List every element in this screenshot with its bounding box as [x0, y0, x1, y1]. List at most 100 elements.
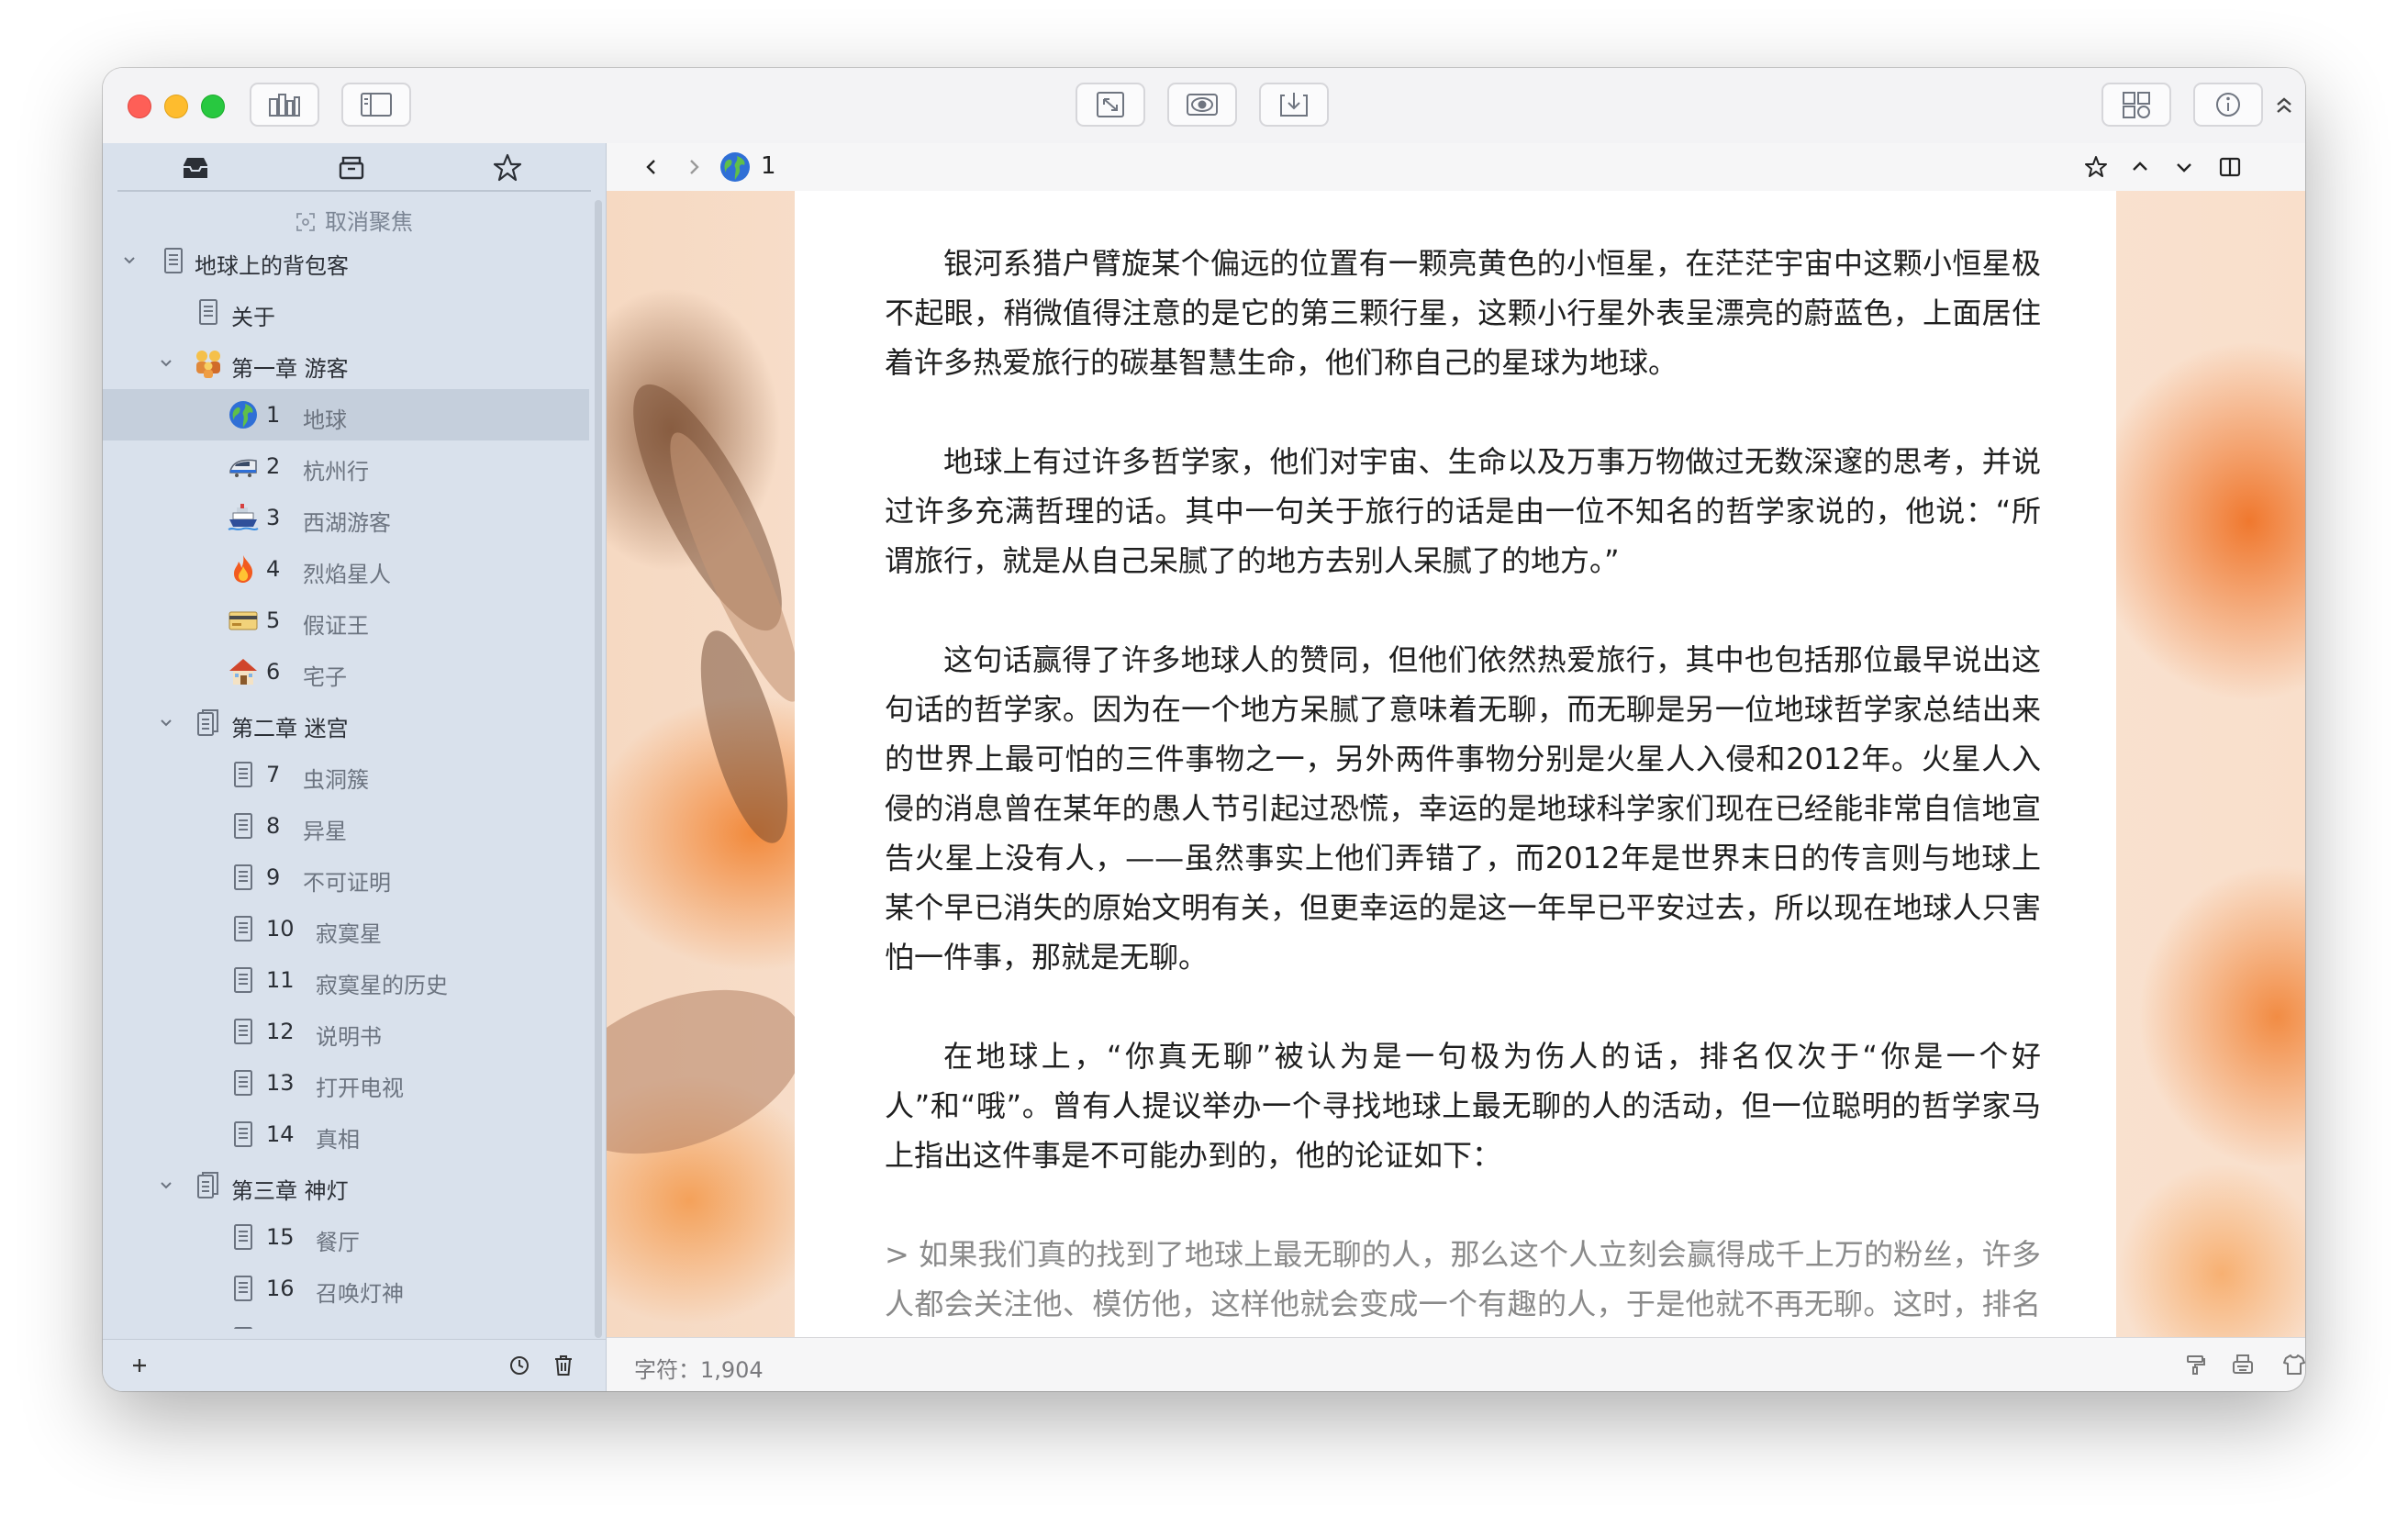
outline-folder[interactable]: 第一章 游客 [103, 338, 589, 389]
zoom-window-button[interactable] [201, 95, 225, 118]
clock-icon[interactable] [507, 1353, 532, 1378]
typewriter-mode-button[interactable] [1076, 83, 1145, 127]
forward-chevron-icon[interactable] [682, 155, 706, 179]
item-title: 杭州行 [303, 459, 369, 485]
document-text[interactable]: 银河系猎户臂旋某个偏远的位置有一颗亮黄色的小恒星，在茫茫宇宙中这颗小恒星极不起眼… [885, 239, 2041, 1338]
library-button[interactable] [250, 83, 319, 127]
chevron-up-icon[interactable] [2128, 155, 2152, 179]
outline-item[interactable]: 1 地球 [103, 389, 589, 440]
breadcrumb[interactable]: 1 [761, 152, 776, 180]
blockquote-paragraph[interactable]: > 如果我们真的找到了地球上最无聊的人，那么这个人立刻会赢得成千上万的粉丝，许多… [885, 1230, 2041, 1338]
double-chevron-up-icon[interactable] [2270, 92, 2298, 119]
editor-nav-bar: 1 [607, 143, 2305, 192]
item-title: 打开电视 [316, 1076, 404, 1101]
shirt-icon[interactable] [2282, 1353, 2305, 1377]
item-title: 真相 [316, 1127, 360, 1153]
item-number: 4 [266, 556, 281, 582]
outline-folder[interactable]: 第二章 迷宫 [103, 697, 589, 749]
item-number: 5 [266, 607, 281, 633]
item-title: 地球 [303, 407, 347, 433]
family-emoji-icon [193, 348, 224, 379]
status-bar: 字符：1,904 [607, 1337, 2305, 1391]
expand-icon [1097, 92, 1124, 117]
outline-item[interactable]: 15 餐厅 [103, 1211, 589, 1263]
item-label: 第三章 神灯 [231, 1178, 349, 1204]
document-icon [228, 1119, 259, 1150]
preview-button[interactable] [1167, 83, 1237, 127]
minimize-window-button[interactable] [164, 95, 188, 118]
sidebar-tabs [103, 143, 606, 191]
outline-folder[interactable]: 关于 [103, 286, 589, 338]
format-brush-icon[interactable] [2183, 1353, 2207, 1377]
outline-item[interactable]: 5 假证王 [103, 595, 589, 646]
outline-item[interactable]: 2 杭州行 [103, 440, 589, 492]
outline-tree: 地球上的背包客 关于第一章 游客 1 地球 2 杭州行 3 西湖游客 4 烈焰星人 5 假证王 6 宅子第… [103, 235, 589, 1329]
outline-item[interactable]: 11 寂寞星的历史 [103, 954, 589, 1006]
outline-item[interactable]: 6 宅子 [103, 646, 589, 697]
item-label: 第二章 迷宫 [231, 716, 349, 741]
inbox-tray-icon[interactable] [180, 152, 211, 184]
item-title: 不可证明 [303, 870, 391, 896]
typewriter-icon[interactable] [2231, 1353, 2255, 1377]
outline-item[interactable]: 4 烈焰星人 [103, 543, 589, 595]
sidebar-scrollbar[interactable] [595, 200, 602, 1338]
item-title: 假证王 [303, 613, 369, 639]
outline-item[interactable]: 12 说明书 [103, 1006, 589, 1057]
disclosure-chevron-icon[interactable] [156, 1176, 176, 1196]
item-title: 烈焰星人 [303, 562, 391, 587]
star-icon[interactable] [492, 152, 523, 184]
sidebar-footer [103, 1339, 606, 1391]
disclosure-chevron-icon[interactable] [119, 251, 139, 271]
paragraph[interactable]: 这句话赢得了许多地球人的赞同，但他们依然热爱旅行，其中也包括那位最早说出这句话的… [885, 635, 2041, 982]
star-icon[interactable] [2084, 155, 2108, 179]
item-title: 餐厅 [316, 1230, 360, 1255]
outline-item[interactable]: 17 灯神的仆人 [103, 1314, 589, 1329]
house-emoji-icon [228, 656, 259, 687]
document-icon [228, 964, 259, 996]
document-icon [228, 913, 259, 944]
document-icon [228, 1273, 259, 1304]
archive-box-icon[interactable] [336, 152, 367, 184]
unfocus-button[interactable]: 取消聚焦 [103, 204, 606, 236]
item-number: 9 [266, 864, 281, 890]
widgets-button[interactable] [2101, 83, 2171, 127]
outline-item[interactable]: 7 虫洞簇 [103, 749, 589, 800]
paragraph[interactable]: 在地球上，“你真无聊”被认为是一句极为伤人的话，排名仅次于“你是一个好人”和“哦… [885, 1031, 2041, 1180]
document-icon [228, 1221, 259, 1253]
outline-item[interactable]: 8 异星 [103, 800, 589, 852]
globe-emoji-icon [720, 152, 750, 182]
item-number: 8 [266, 813, 281, 839]
item-title: 宅子 [303, 664, 347, 690]
item-number: 3 [266, 505, 281, 530]
disclosure-chevron-icon[interactable] [156, 353, 176, 373]
outline-item[interactable]: 10 寂寞星 [103, 903, 589, 954]
outline-item[interactable]: 16 召唤灯神 [103, 1263, 589, 1314]
item-number: 15 [266, 1224, 295, 1250]
outline-item[interactable]: 14 真相 [103, 1109, 589, 1160]
outline-folder[interactable]: 第三章 神灯 [103, 1160, 589, 1211]
back-chevron-icon[interactable] [640, 155, 663, 179]
outline-item[interactable]: 13 打开电视 [103, 1057, 589, 1109]
trash-icon[interactable] [551, 1353, 576, 1378]
outline-item[interactable]: 9 不可证明 [103, 852, 589, 903]
outline-folder[interactable]: 地球上的背包客 [103, 235, 589, 286]
item-title: 寂寞星的历史 [316, 973, 448, 998]
split-view-icon[interactable] [2218, 155, 2242, 179]
paragraph[interactable]: 银河系猎户臂旋某个偏远的位置有一颗亮黄色的小恒星，在茫茫宇宙中这颗小恒星极不起眼… [885, 239, 2041, 387]
plus-icon[interactable] [127, 1353, 152, 1378]
info-button[interactable] [2193, 83, 2263, 127]
disclosure-chevron-icon[interactable] [156, 713, 176, 733]
close-window-button[interactable] [128, 95, 151, 118]
item-label: 第一章 游客 [231, 356, 349, 382]
document-icon [228, 1067, 259, 1098]
export-button[interactable] [1259, 83, 1329, 127]
chevron-down-icon[interactable] [2172, 155, 2196, 179]
toggle-sidebar-button[interactable] [341, 83, 411, 127]
document-icon [228, 810, 259, 842]
sidebar: 取消聚焦 地球上的背包客 关于第一章 游客 1 地球 2 杭州行 3 西湖游客 4 烈焰星人 5 假证… [103, 143, 607, 1391]
document-icon [228, 1324, 259, 1329]
grid-icon [2123, 92, 2150, 118]
paragraph[interactable]: 地球上有过许多哲学家，他们对宇宙、生命以及万事万物做过无数深邃的思考，并说过许多… [885, 437, 2041, 585]
outline-item[interactable]: 3 西湖游客 [103, 492, 589, 543]
document-page[interactable]: 银河系猎户臂旋某个偏远的位置有一颗亮黄色的小恒星，在茫茫宇宙中这颗小恒星极不起眼… [795, 191, 2116, 1338]
